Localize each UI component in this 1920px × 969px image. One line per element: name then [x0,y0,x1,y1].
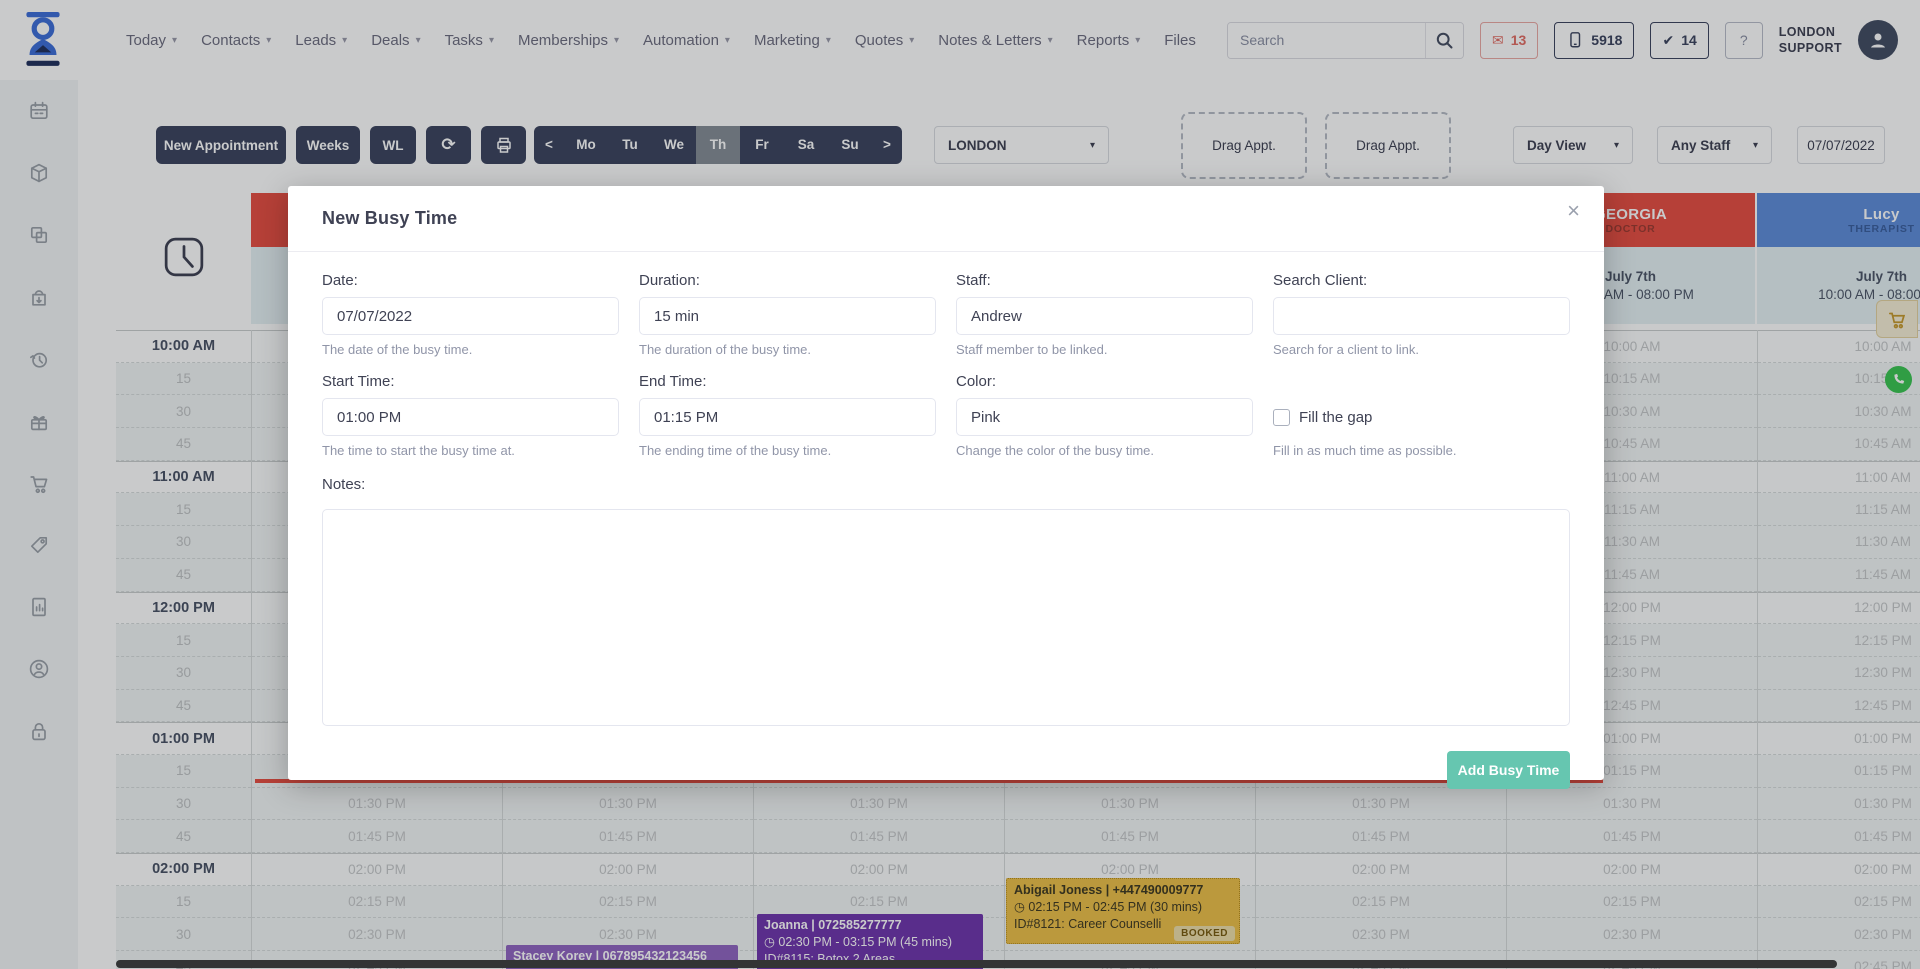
date-help: The date of the busy time. [322,342,619,357]
end-time-input[interactable] [639,398,936,436]
color-input[interactable] [956,398,1253,436]
add-busy-time-button[interactable]: Add Busy Time [1447,751,1570,789]
date-input[interactable] [322,297,619,335]
staff-input[interactable] [956,297,1253,335]
color-help: Change the color of the busy time. [956,443,1253,458]
color-label: Color: [956,373,1253,390]
fill-gap-help: Fill in as much time as possible. [1273,443,1570,458]
new-busy-time-modal: × New Busy Time Date: The date of the bu… [288,186,1604,780]
start-time-help: The time to start the busy time at. [322,443,619,458]
modal-header: New Busy Time [288,186,1604,252]
duration-field-group: Duration: The duration of the busy time. [639,272,936,357]
start-time-field-group: Start Time: The time to start the busy t… [322,373,619,458]
modal-title: New Busy Time [322,208,457,229]
notes-label: Notes: [322,476,1570,493]
search-client-label: Search Client: [1273,272,1570,289]
end-time-field-group: End Time: The ending time of the busy ti… [639,373,936,458]
duration-input[interactable] [639,297,936,335]
fill-gap-field-group: Fill the gap Fill in as much time as pos… [1273,373,1570,458]
start-time-input[interactable] [322,398,619,436]
duration-help: The duration of the busy time. [639,342,936,357]
close-icon[interactable]: × [1567,198,1580,224]
search-client-field-group: Search Client: Search for a client to li… [1273,272,1570,357]
search-client-help: Search for a client to link. [1273,342,1570,357]
staff-help: Staff member to be linked. [956,342,1253,357]
date-label: Date: [322,272,619,289]
staff-field-group: Staff: Staff member to be linked. [956,272,1253,357]
end-time-label: End Time: [639,373,936,390]
notes-textarea[interactable] [322,509,1570,726]
fill-gap-checkbox[interactable] [1273,409,1290,426]
staff-label: Staff: [956,272,1253,289]
search-client-input[interactable] [1273,297,1570,335]
end-time-help: The ending time of the busy time. [639,443,936,458]
start-time-label: Start Time: [322,373,619,390]
duration-label: Duration: [639,272,936,289]
fill-gap-label: Fill the gap [1299,409,1372,426]
date-field-group: Date: The date of the busy time. [322,272,619,357]
color-field-group: Color: Change the color of the busy time… [956,373,1253,458]
